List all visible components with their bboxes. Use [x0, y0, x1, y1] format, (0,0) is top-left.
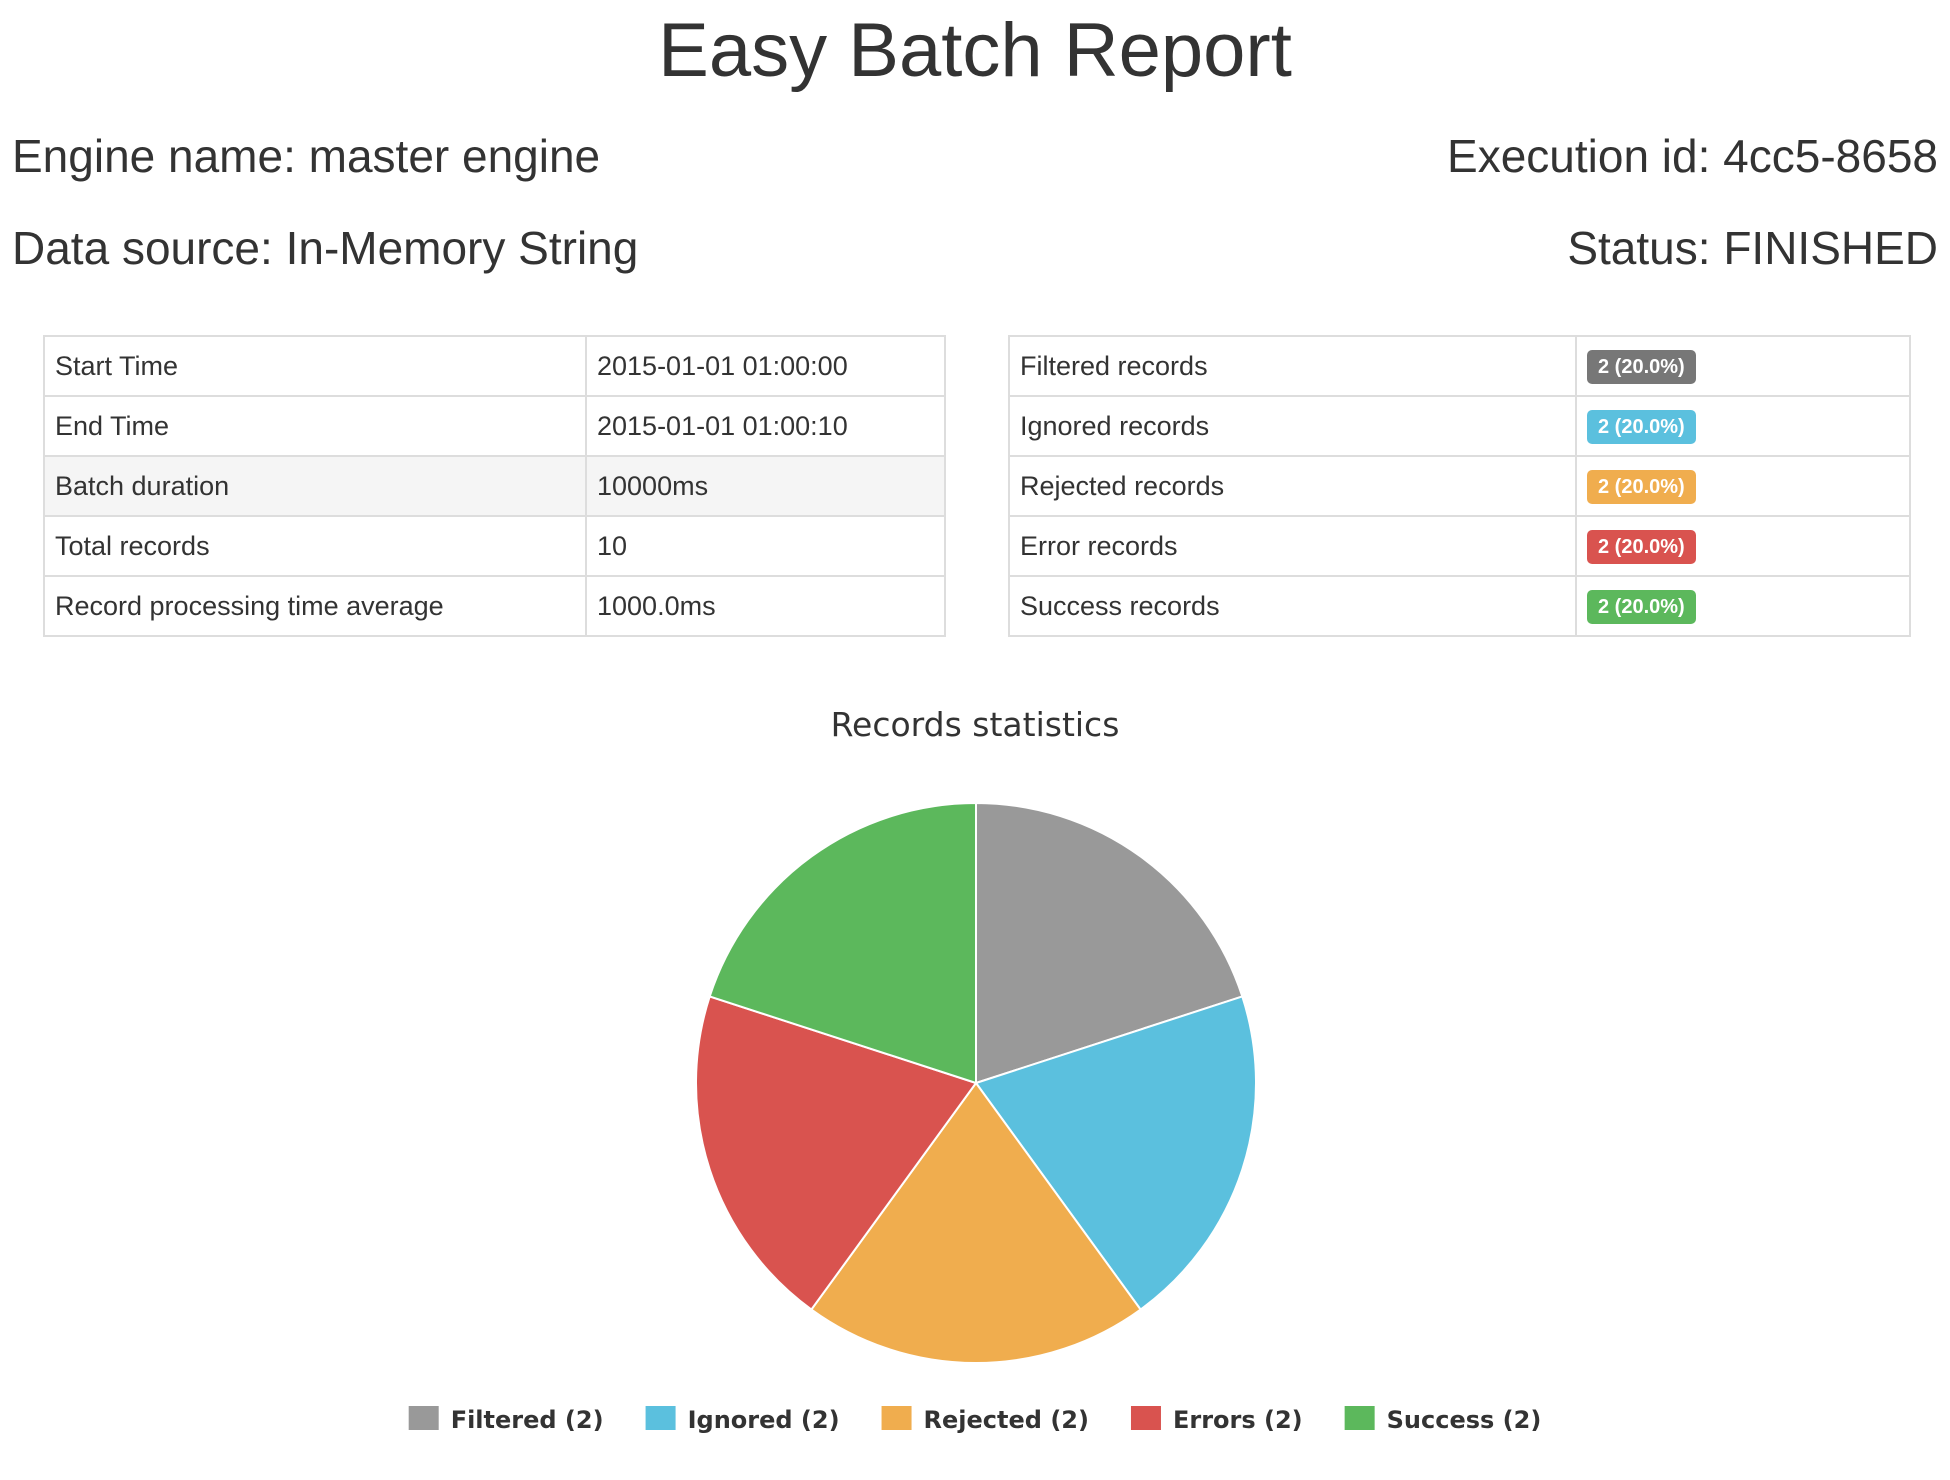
table-row: Record processing time average 1000.0ms [43, 575, 946, 637]
ignored-records-badge: 2 (20.0%) [1587, 409, 1696, 444]
table-row: Start Time 2015-01-01 01:00:00 [43, 335, 946, 397]
chart-title: Records statistics [831, 705, 1120, 744]
records-chart: Records statistics Filtered (2) Ignored (… [0, 690, 1950, 1470]
data-source: Data source: In-Memory String [12, 222, 639, 274]
legend-label: Ignored (2) [688, 1406, 840, 1434]
ignored-records-label: Ignored records [1008, 395, 1577, 457]
legend-swatch [1130, 1406, 1161, 1430]
filtered-records-label: Filtered records [1008, 335, 1577, 397]
records-table: Filtered records 2 (20.0%) Ignored recor… [1008, 335, 1911, 637]
table-row: Error records 2 (20.0%) [1008, 515, 1911, 577]
table-row: Filtered records 2 (20.0%) [1008, 335, 1911, 397]
table-row: Batch duration 10000ms [43, 455, 946, 517]
table-row: Ignored records 2 (20.0%) [1008, 395, 1911, 457]
timing-table: Start Time 2015-01-01 01:00:00 End Time … [43, 335, 946, 637]
records-pie-chart: Records statistics Filtered (2) Ignored (… [408, 705, 1542, 1434]
execution-status: Status: FINISHED [1567, 222, 1938, 274]
legend-label: Errors (2) [1173, 1406, 1303, 1434]
rejected-records-label: Rejected records [1008, 455, 1577, 517]
table-row: Total records 10 [43, 515, 946, 577]
chart-legend: Filtered (2) Ignored (2) Rejected (2) Error… [408, 1406, 1542, 1434]
legend-swatch [645, 1406, 676, 1430]
legend-swatch [408, 1406, 439, 1430]
filtered-records-badge: 2 (20.0%) [1587, 349, 1696, 384]
legend-swatch [1344, 1406, 1375, 1430]
legend-label: Rejected (2) [924, 1406, 1089, 1434]
error-records-badge: 2 (20.0%) [1587, 529, 1696, 564]
engine-name: Engine name: master engine [12, 130, 601, 182]
start-time-value: 2015-01-01 01:00:00 [585, 335, 946, 397]
page-title: Easy Batch Report [658, 8, 1292, 93]
end-time-value: 2015-01-01 01:00:10 [585, 395, 946, 457]
batch-duration-value: 10000ms [585, 455, 946, 517]
success-records-badge: 2 (20.0%) [1587, 589, 1696, 624]
processing-time-average-value: 1000.0ms [585, 575, 946, 637]
legend-item-errors[interactable]: Errors (2) [1130, 1406, 1303, 1434]
total-records-value: 10 [585, 515, 946, 577]
pie-slices [695, 801, 1257, 1365]
table-row: End Time 2015-01-01 01:00:10 [43, 395, 946, 457]
table-row: Rejected records 2 (20.0%) [1008, 455, 1911, 517]
total-records-label: Total records [43, 515, 587, 577]
legend-label: Filtered (2) [451, 1406, 604, 1434]
processing-time-average-label: Record processing time average [43, 575, 587, 637]
start-time-label: Start Time [43, 335, 587, 397]
end-time-label: End Time [43, 395, 587, 457]
legend-item-rejected[interactable]: Rejected (2) [881, 1406, 1089, 1434]
legend-swatch [881, 1406, 912, 1430]
legend-item-filtered[interactable]: Filtered (2) [408, 1406, 604, 1434]
success-records-label: Success records [1008, 575, 1577, 637]
execution-id: Execution id: 4cc5-8658 [1447, 130, 1938, 182]
rejected-records-badge: 2 (20.0%) [1587, 469, 1696, 504]
table-row: Success records 2 (20.0%) [1008, 575, 1911, 637]
error-records-label: Error records [1008, 515, 1577, 577]
batch-duration-label: Batch duration [43, 455, 587, 517]
legend-label: Success (2) [1387, 1406, 1542, 1434]
legend-item-success[interactable]: Success (2) [1344, 1406, 1542, 1434]
legend-item-ignored[interactable]: Ignored (2) [645, 1406, 840, 1434]
